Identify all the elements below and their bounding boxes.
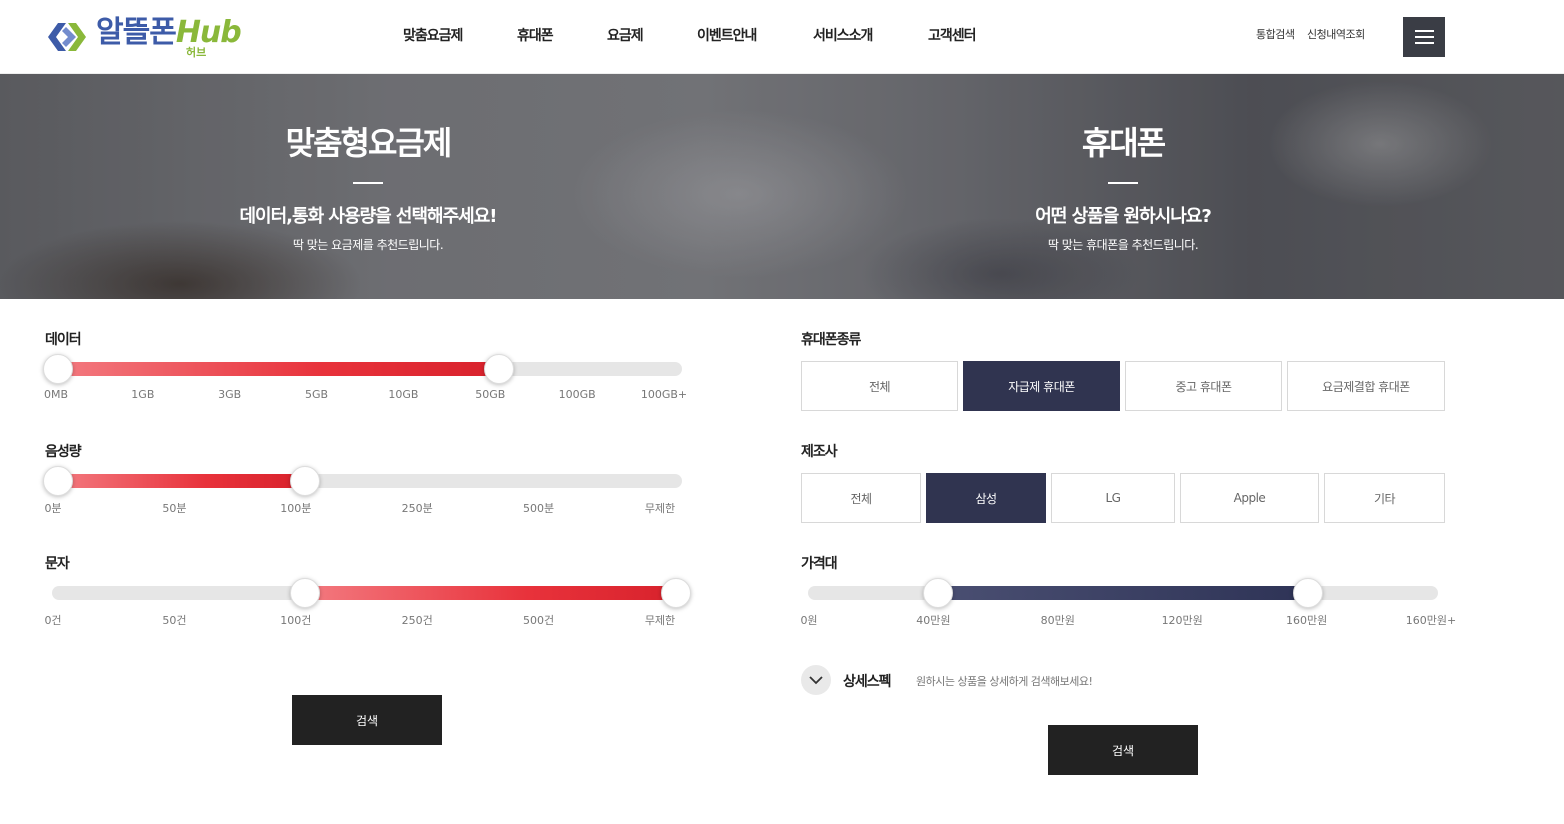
slider-tick-label: 500건 [523, 614, 555, 627]
spec-title: 상세스펙 [843, 674, 892, 690]
slider-max-handle[interactable] [290, 466, 321, 496]
banner-desc: 딱 맞는 요금제를 추천드립니다. [292, 238, 444, 252]
phone-type-unlocked[interactable]: 자급제 휴대폰 [963, 361, 1120, 411]
phone-search-button[interactable]: 검색 [1048, 725, 1198, 775]
nav-item-service[interactable]: 서비스소개 [813, 25, 873, 45]
slider-tick-label: 50분 [162, 502, 187, 515]
logo-text: 알뜰폰 [96, 15, 177, 50]
slider-min-handle[interactable] [43, 466, 73, 496]
price-slider-label: 가격대 [801, 556, 838, 572]
slider-tick-label: 160만원 [1285, 614, 1328, 627]
slider-fill [58, 474, 306, 488]
slider-tick-label: 100건 [280, 614, 312, 627]
voice-slider[interactable] [43, 466, 682, 496]
phone-type-bundled[interactable]: 요금제결합 휴대폰 [1287, 361, 1445, 411]
banner-desc: 딱 맞는 휴대폰을 추천드립니다. [1047, 238, 1199, 252]
slider-fill [58, 362, 500, 376]
banner-title: 맞춤형요금제 [285, 124, 453, 162]
util-search-link[interactable]: 통합검색 [1256, 26, 1295, 42]
banner-title: 휴대폰 [1081, 124, 1166, 162]
banner-divider [353, 182, 383, 184]
slider-tick-label: 3GB [218, 388, 242, 401]
slider-tick-label: 0원 [800, 614, 818, 627]
slider-min-handle[interactable] [290, 578, 321, 608]
hero-banner: 맞춤형요금제 데이터,통화 사용량을 선택해주세요! 딱 맞는 요금제를 추천드… [0, 74, 1564, 299]
spec-desc: 원하시는 상품을 상세하게 검색해보세요! [916, 675, 1093, 688]
sms-slider[interactable] [52, 578, 691, 608]
nav-item-plan[interactable]: 요금제 [607, 25, 644, 45]
menu-icon-bar [1415, 30, 1434, 32]
data-slider-label: 데이터 [45, 332, 82, 348]
nav-item-event[interactable]: 이벤트안내 [697, 25, 757, 45]
slider-tick-label: 250건 [401, 614, 433, 627]
slider-tick-label: 80만원 [1040, 614, 1075, 627]
banner-subtitle: 어떤 상품을 원하시나요? [1035, 206, 1212, 227]
sms-slider-label: 문자 [45, 556, 70, 572]
slider-tick-label: 0MB [43, 388, 69, 401]
nav-item-support[interactable]: 고객센터 [928, 25, 977, 45]
menu-icon-bar [1415, 36, 1434, 38]
site-logo[interactable]: 알뜰폰 Hub 허브 [44, 14, 242, 60]
phone-type-used[interactable]: 중고 휴대폰 [1125, 361, 1282, 411]
slider-min-handle[interactable] [922, 578, 953, 608]
slider-tick-label: 1GB [131, 388, 155, 401]
chevron-down-icon [809, 676, 823, 685]
spec-toggle-button[interactable] [801, 665, 831, 695]
banner-divider [1108, 182, 1138, 184]
slider-fill [305, 586, 676, 600]
logo-mark-icon [48, 23, 86, 51]
banner-phone: 휴대폰 어떤 상품을 원하시나요? 딱 맞는 휴대폰을 추천드립니다. [873, 74, 1373, 253]
slider-max-handle[interactable] [661, 578, 691, 608]
slider-tick-label: 10GB [388, 388, 419, 401]
slider-tick-label: 무제한 [644, 614, 676, 627]
maker-all[interactable]: 전체 [801, 473, 921, 523]
slider-tick-label: 250분 [401, 502, 433, 515]
slider-tick-label: 5GB [305, 388, 329, 401]
price-slider[interactable] [808, 578, 1438, 608]
slider-tick-label: 100GB [558, 388, 596, 401]
phone-type-label: 휴대폰종류 [801, 332, 861, 348]
voice-slider-label: 음성량 [45, 444, 82, 460]
slider-tick-label: 120만원 [1161, 614, 1203, 627]
plan-search-button[interactable]: 검색 [292, 695, 442, 745]
slider-fill [937, 586, 1309, 600]
slider-min-handle[interactable] [43, 354, 73, 384]
logo-sub-text: 허브 [186, 46, 207, 59]
menu-button[interactable] [1403, 17, 1445, 57]
banner-custom-plan: 맞춤형요금제 데이터,통화 사용량을 선택해주세요! 딱 맞는 요금제를 추천드… [118, 74, 618, 253]
slider-tick-label: 40만원 [916, 614, 951, 627]
data-slider[interactable] [43, 354, 682, 384]
util-order-link[interactable]: 신청내역조회 [1307, 26, 1365, 42]
slider-tick-label: 100GB+ [640, 388, 688, 401]
maker-samsung[interactable]: 삼성 [926, 473, 1046, 523]
slider-tick-label: 500분 [523, 502, 555, 515]
site-header: 알뜰폰 Hub 허브 맞춤요금제 휴대폰 요금제 이벤트안내 서비스소개 고객센… [0, 0, 1564, 74]
banner-subtitle: 데이터,통화 사용량을 선택해주세요! [239, 206, 498, 227]
menu-icon-bar [1415, 42, 1434, 44]
nav-item-custom-plan[interactable]: 맞춤요금제 [403, 25, 463, 45]
nav-item-phone[interactable]: 휴대폰 [517, 25, 554, 45]
phone-type-all[interactable]: 전체 [801, 361, 958, 411]
slider-max-handle[interactable] [1293, 578, 1324, 608]
slider-max-handle[interactable] [484, 354, 515, 384]
slider-tick-label: 100분 [280, 502, 312, 515]
slider-tick-label: 0건 [44, 614, 62, 627]
slider-tick-label: 50건 [162, 614, 187, 627]
maker-label: 제조사 [801, 444, 838, 460]
maker-etc[interactable]: 기타 [1324, 473, 1445, 523]
slider-tick-label: 160만원+ [1405, 614, 1457, 627]
maker-apple[interactable]: Apple [1180, 473, 1319, 523]
slider-tick-label: 무제한 [644, 502, 676, 515]
slider-tick-label: 0분 [44, 502, 62, 515]
maker-lg[interactable]: LG [1051, 473, 1175, 523]
slider-tick-label: 50GB [475, 388, 506, 401]
